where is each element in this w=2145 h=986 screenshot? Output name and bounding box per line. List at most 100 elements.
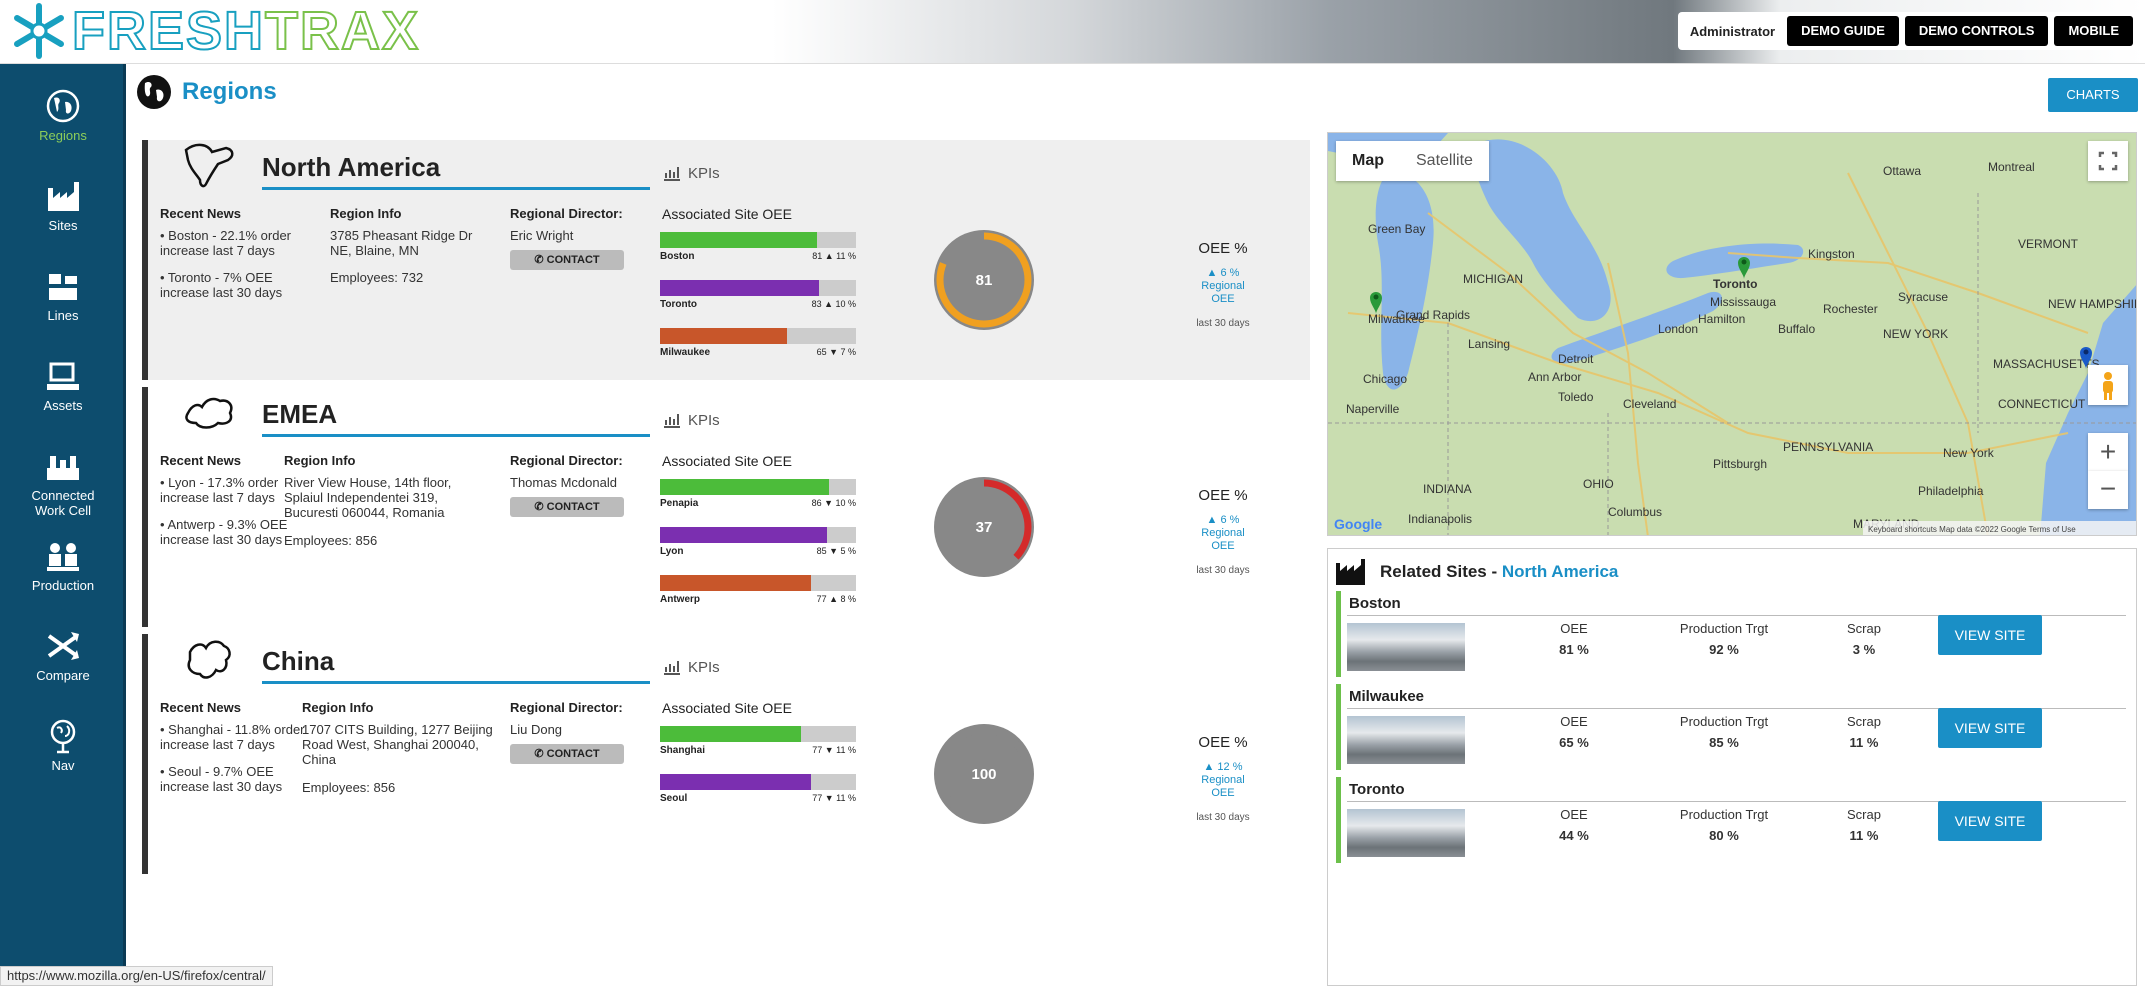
sidebar-item-label: Compare — [36, 668, 90, 683]
demo-controls-button[interactable]: DEMO CONTROLS — [1904, 16, 2049, 46]
site-oee-bar[interactable]: Toronto 83 ▲ 10 % — [660, 280, 856, 310]
map-label: Montreal — [1988, 160, 2035, 174]
bar-fill — [660, 774, 811, 790]
site-oee-bar[interactable]: Lyon 85 ▼ 5 % — [660, 527, 856, 557]
app-root: FRESHTRAX Administrator DEMO GUIDE DEMO … — [0, 0, 2145, 986]
contact-button[interactable]: ✆ CONTACT — [510, 744, 624, 764]
oee-period: last 30 days — [1196, 318, 1250, 329]
bar-fill — [660, 232, 817, 248]
map-label: Detroit — [1558, 352, 1594, 366]
oee-gauge[interactable]: 81 — [932, 228, 1036, 332]
logo-text: FRESHTRAX — [71, 2, 420, 60]
kpis-link[interactable]: KPIs — [662, 658, 720, 676]
oee-period: last 30 days — [1196, 812, 1250, 823]
street-view-button[interactable] — [2088, 365, 2128, 405]
kpi-chart-icon — [664, 661, 680, 675]
map-label: INDIANA — [1423, 482, 1472, 496]
user-role[interactable]: Administrator — [1684, 24, 1781, 39]
map-label: VERMONT — [2018, 237, 2079, 251]
oee-delta: ▲ 6 % — [1206, 514, 1240, 526]
bar-track — [660, 527, 856, 543]
region-address: River View House, 14th floor, Splaiul In… — [284, 475, 452, 520]
bar-track — [660, 280, 856, 296]
map-label: Philadelphia — [1918, 484, 1984, 498]
compare-icon — [47, 632, 79, 660]
region-info-header: Region Info — [284, 453, 356, 468]
bar-track — [660, 479, 856, 495]
region-employees: Employees: 856 — [302, 780, 396, 795]
metric-label: Scrap — [1847, 807, 1881, 822]
site-photo — [1347, 809, 1465, 857]
bar-track — [660, 575, 856, 591]
oee-summary: OEE % ▲ 12 % Regional OEE last 30 days — [1168, 734, 1278, 823]
site-oee-bar[interactable]: Antwerp 77 ▲ 8 % — [660, 575, 856, 605]
site-oee-value: 77 ▼ 11 % — [812, 745, 856, 755]
related-site-name: Boston — [1349, 595, 1401, 612]
site-oee-bar[interactable]: Seoul 77 ▼ 11 % — [660, 774, 856, 804]
sidebar-item-label: Assets — [43, 398, 83, 413]
sidebar-item-production[interactable]: Production — [0, 538, 126, 593]
site-photo — [1347, 623, 1465, 671]
map-label: Rochester — [1823, 302, 1878, 316]
sidebar-item-lines[interactable]: Lines — [0, 268, 126, 323]
bar-fill — [660, 575, 811, 591]
director-header: Regional Director: — [510, 453, 623, 468]
contact-button[interactable]: ✆ CONTACT — [510, 497, 624, 517]
site-oee-value: 65 ▼ 7 % — [816, 347, 856, 357]
news-item: • Toronto - 7% OEE increase last 30 days — [160, 270, 283, 300]
contact-button[interactable]: ✆ CONTACT — [510, 250, 624, 270]
metric-label: Production Trgt — [1679, 621, 1769, 636]
pegman-icon — [2103, 372, 2113, 400]
view-site-button[interactable]: VIEW SITE — [1938, 708, 2042, 748]
region-info-header: Region Info — [302, 700, 374, 715]
site-oee-bar[interactable]: Penapia 86 ▼ 10 % — [660, 479, 856, 509]
metric-oee: 65 % — [1559, 735, 1589, 750]
map-label: Toledo — [1558, 390, 1594, 404]
map-tab-satellite[interactable]: Satellite — [1400, 141, 1489, 181]
site-oee-bar[interactable]: Shanghai 77 ▼ 11 % — [660, 726, 856, 756]
sidebar-item-assets[interactable]: Assets — [0, 358, 126, 413]
sidebar-item-nav[interactable]: Nav — [0, 718, 126, 773]
site-oee-value: 85 ▼ 5 % — [816, 546, 856, 556]
map-label: Indianapolis — [1408, 512, 1472, 526]
map-tab-map[interactable]: Map — [1336, 141, 1400, 181]
oee-delta-label: Regional OEE — [1201, 774, 1245, 799]
site-oee-bar[interactable]: Milwaukee 65 ▼ 7 % — [660, 328, 856, 358]
related-sites-header: Related Sites - North America — [1334, 557, 1618, 587]
oee-title: OEE % — [1198, 487, 1248, 504]
lines-icon — [49, 274, 77, 300]
logo[interactable]: FRESHTRAX — [10, 2, 420, 60]
sidebar-item-regions[interactable]: Regions — [0, 88, 126, 143]
kpis-link[interactable]: KPIs — [662, 164, 720, 182]
sidebar-item-compare[interactable]: Compare — [0, 628, 126, 683]
sidebar-item-sites[interactable]: Sites — [0, 178, 126, 233]
related-sites-title: Related Sites - — [1380, 562, 1502, 581]
site-name: Milwaukee — [660, 347, 711, 358]
zoom-in-button[interactable]: + — [2088, 433, 2128, 471]
oee-gauge[interactable]: 100 — [932, 722, 1036, 826]
oee-delta: ▲ 6 % — [1206, 267, 1240, 279]
oee-gauge[interactable]: 37 — [932, 475, 1036, 579]
view-site-button[interactable]: VIEW SITE — [1938, 801, 2042, 841]
demo-guide-button[interactable]: DEMO GUIDE — [1787, 16, 1899, 46]
metric-label: OEE — [1560, 621, 1588, 636]
map-label: NEW HAMPSHIRE — [2048, 297, 2137, 311]
charts-button[interactable]: CHARTS — [2048, 78, 2138, 112]
map-terms[interactable]: Keyboard shortcuts Map data ©2022 Google… — [1868, 525, 2076, 534]
oee-delta-label: Regional OEE — [1201, 527, 1245, 552]
map-canvas[interactable]: Ottawa Montreal Toronto Mississauga Milw… — [1328, 133, 2137, 536]
news-item: • Shanghai - 11.8% order increase last 7… — [160, 722, 305, 752]
fullscreen-button[interactable] — [2088, 141, 2128, 181]
site-oee-bar[interactable]: Boston 81 ▲ 11 % — [660, 232, 856, 262]
kpis-link[interactable]: KPIs — [662, 411, 720, 429]
sidebar-item-connected[interactable]: Connected Work Cell — [0, 448, 126, 518]
sidebar: Regions Sites Lines Assets Connected Work Ce… — [0, 64, 126, 986]
mobile-button[interactable]: MOBILE — [2054, 16, 2133, 46]
map-label: Columbus — [1608, 505, 1662, 519]
map-label: Ann Arbor — [1528, 370, 1581, 384]
zoom-out-button[interactable]: − — [2088, 471, 2128, 509]
news-item: • Seoul - 9.7% OEE increase last 30 days — [160, 764, 283, 794]
map-label: Green Bay — [1368, 222, 1425, 236]
map-panel[interactable]: Ottawa Montreal Toronto Mississauga Milw… — [1327, 132, 2137, 536]
view-site-button[interactable]: VIEW SITE — [1938, 615, 2042, 655]
